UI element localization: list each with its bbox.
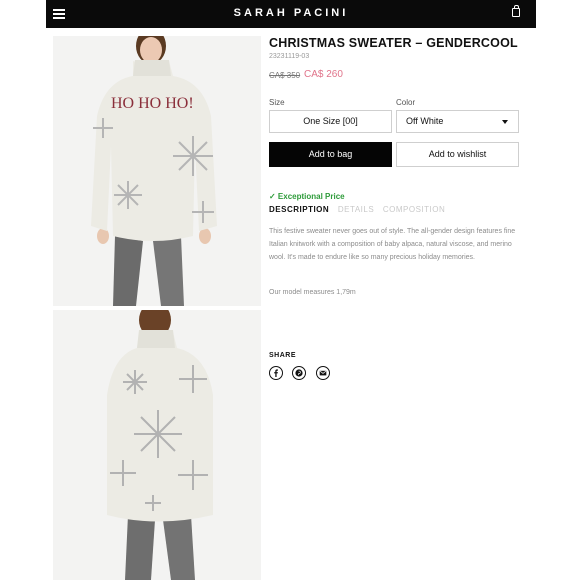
info-tabs: DESCRIPTION DETAILS COMPOSITION (269, 205, 451, 214)
brand-logo[interactable]: SARAH PACINI (46, 7, 536, 19)
color-label: Color (396, 98, 416, 107)
sweater-text: HO HO HO! (111, 95, 194, 112)
product-description: This festive sweater never goes out of s… (269, 228, 516, 261)
size-label: Size (269, 98, 285, 107)
sale-price: CA$ 260 (304, 69, 343, 80)
add-to-wishlist-button[interactable]: Add to wishlist (396, 142, 519, 167)
add-to-bag-button[interactable]: Add to bag (269, 142, 392, 167)
chevron-down-icon (502, 120, 508, 124)
product-sku: 23231119-03 (269, 53, 310, 60)
product-title: CHRISTMAS SWEATER – GENDERCOOL (269, 36, 518, 50)
color-select[interactable]: Off White (396, 110, 519, 133)
product-image-back[interactable] (53, 310, 261, 580)
share-icons (269, 366, 335, 385)
email-icon[interactable] (315, 366, 330, 380)
exceptional-price-badge: ✓ Exceptional Price (269, 192, 345, 201)
shopping-bag-icon[interactable] (512, 5, 520, 17)
pinterest-icon[interactable] (292, 366, 307, 380)
left-margin (0, 0, 46, 580)
facebook-icon[interactable] (269, 366, 283, 380)
top-navigation-bar: SARAH PACINI (46, 0, 536, 28)
tab-composition[interactable]: COMPOSITION (383, 205, 445, 214)
model-back-illustration (53, 310, 261, 580)
tab-details[interactable]: DETAILS (338, 205, 374, 214)
tab-description[interactable]: DESCRIPTION (269, 205, 329, 214)
model-measurement: Our model measures 1,79m (269, 289, 356, 296)
size-select[interactable]: One Size [00] (269, 110, 392, 133)
size-select-value: One Size [00] (303, 116, 358, 126)
right-margin (534, 0, 580, 580)
color-select-value: Off White (406, 116, 444, 126)
model-front-illustration: HO HO HO! (53, 36, 261, 306)
share-label: SHARE (269, 352, 297, 359)
original-price: CA$ 350 (269, 71, 301, 80)
product-image-front[interactable]: HO HO HO! (53, 36, 261, 306)
